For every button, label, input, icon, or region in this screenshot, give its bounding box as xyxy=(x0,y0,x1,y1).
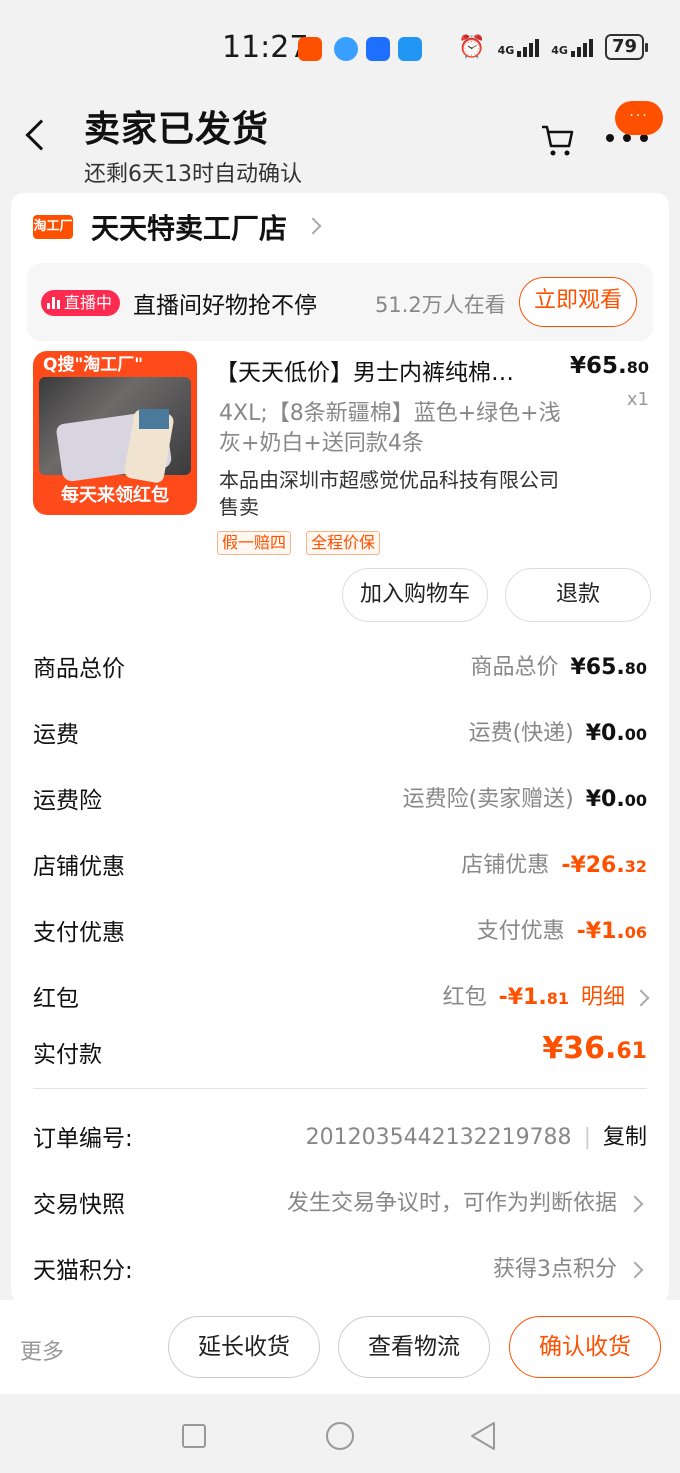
more-button[interactable]: 更多 xyxy=(20,1334,64,1366)
add-to-cart-button[interactable]: 加入购物车 xyxy=(342,568,488,622)
summary-label: 红包 xyxy=(33,986,79,1012)
summary-row-total: 商品总价 商品总价 ¥65.80 xyxy=(33,645,647,685)
tag-fake-compensation: 假一赔四 xyxy=(217,531,292,555)
chevron-right-icon xyxy=(632,989,650,1007)
refund-button[interactable]: 退款 xyxy=(505,568,651,622)
summary-desc: 红包 xyxy=(442,985,487,1010)
photo-band xyxy=(139,409,169,429)
shop-chevron-icon[interactable] xyxy=(304,217,322,235)
points-value: 获得3点积分 xyxy=(493,1257,617,1282)
more-menu-icon[interactable] xyxy=(606,134,648,142)
summary-desc: 店铺优惠 xyxy=(461,853,550,878)
live-tag-label: 直播中 xyxy=(64,293,113,312)
auto-confirm-countdown: 还剩6天13时自动确认 xyxy=(84,162,302,187)
taobao-notification-icon xyxy=(298,37,322,61)
order-number: 2012035442132219788 xyxy=(305,1125,572,1150)
battery-icon: 79 xyxy=(604,34,649,60)
chevron-right-icon xyxy=(626,1261,644,1279)
summary-row-shipping-insurance: 运费险 运费险(卖家赠送) ¥0.00 xyxy=(33,777,647,817)
redpacket-detail-link[interactable]: 明细 xyxy=(581,979,625,1011)
summary-amount: ¥0.00 xyxy=(585,721,647,746)
summary-desc: 运费(快递) xyxy=(468,721,574,746)
chevron-right-icon xyxy=(626,1195,644,1213)
signal-icon-2: 4G xyxy=(551,37,593,57)
back-icon[interactable] xyxy=(25,119,57,151)
network-type-1: 4G xyxy=(497,44,515,57)
signal-icon-1: 4G xyxy=(498,37,540,57)
status-bar: 11:27 ⏰ 4G 4G 79 xyxy=(0,0,680,96)
product-sku: 4XL;【8条新疆棉】蓝色+绿色+浅灰+奶白+送同款4条 xyxy=(219,401,561,456)
search-notification-icon xyxy=(398,37,422,61)
summary-desc: 运费险(卖家赠送) xyxy=(402,787,574,812)
divider xyxy=(33,1088,647,1089)
snapshot-label: 交易快照 xyxy=(33,1192,125,1218)
product-photo xyxy=(39,377,191,484)
summary-amount: -¥1.81 xyxy=(498,985,569,1010)
summary-label: 店铺优惠 xyxy=(33,854,125,880)
product-image[interactable]: Q搜"淘工厂" 每天来领红包 xyxy=(33,351,197,515)
extend-receipt-button[interactable]: 延长收货 xyxy=(168,1316,320,1378)
summary-label: 支付优惠 xyxy=(33,920,125,946)
thumb-redpacket-text: 每天来领红包 xyxy=(61,485,169,506)
product-price-cents: 80 xyxy=(626,358,649,377)
tag-price-protection: 全程价保 xyxy=(306,531,381,555)
summary-label: 商品总价 xyxy=(33,656,125,682)
order-number-row: 订单编号: 2012035442132219788 | 复制 xyxy=(33,1115,647,1155)
copy-order-button[interactable]: 复制 xyxy=(603,1119,647,1151)
live-text: 直播间好物抢不停 xyxy=(133,293,317,319)
summary-row-shop-discount: 店铺优惠 店铺优惠 -¥26.32 xyxy=(33,843,647,883)
summary-amount: ¥65.80 xyxy=(570,655,647,680)
alarm-icon: ⏰ xyxy=(458,34,486,60)
taogongchang-logo: 淘工厂 xyxy=(33,215,73,239)
summary-row-redpacket[interactable]: 红包 红包 -¥1.81 明细 xyxy=(33,975,650,1015)
live-tag: 直播中 xyxy=(41,290,121,316)
bottom-action-bar: 更多 延长收货 查看物流 确认收货 xyxy=(0,1300,680,1394)
product-seller: 本品由深圳市超感觉优品科技有限公司售卖 xyxy=(219,468,559,519)
product-quantity: x1 xyxy=(626,389,649,410)
status-time: 11:27 xyxy=(222,30,309,65)
product-price-main: ¥65. xyxy=(569,353,627,379)
summary-desc: 商品总价 xyxy=(470,655,559,680)
product-title[interactable]: 【天天低价】男士内裤纯棉… xyxy=(215,353,555,387)
watch-live-button[interactable]: 立即观看 xyxy=(519,277,637,327)
points-row[interactable]: 天猫积分: 获得3点积分 xyxy=(33,1247,647,1287)
snapshot-row[interactable]: 交易快照 发生交易争议时，可作为判断依据 xyxy=(33,1181,647,1221)
summary-amount: ¥0.00 xyxy=(585,787,647,812)
view-logistics-button[interactable]: 查看物流 xyxy=(338,1316,490,1378)
summary-amount: -¥1.06 xyxy=(576,919,647,944)
live-viewers: 51.2万人在看 xyxy=(375,293,506,317)
points-label: 天猫积分: xyxy=(33,1258,133,1284)
order-card: 淘工厂 天天特卖工厂店 直播中 直播间好物抢不停 51.2万人在看 立即观看 Q… xyxy=(11,193,669,1303)
product-price: ¥65.80 xyxy=(570,353,649,379)
live-bars-icon xyxy=(47,297,60,309)
order-number-label: 订单编号: xyxy=(33,1126,133,1152)
summary-desc: 支付优惠 xyxy=(476,919,565,944)
live-banner[interactable]: 直播中 直播间好物抢不停 51.2万人在看 立即观看 xyxy=(27,263,653,341)
system-nav-bar xyxy=(0,1394,680,1473)
paid-amount: ¥36.61 xyxy=(542,1031,647,1066)
shop-name[interactable]: 天天特卖工厂店 xyxy=(91,207,287,247)
page-title: 卖家已发货 xyxy=(84,109,270,150)
summary-row-shipping: 运费 运费(快递) ¥0.00 xyxy=(33,711,647,751)
message-badge[interactable]: ··· xyxy=(615,101,663,135)
summary-amount: -¥26.32 xyxy=(561,853,647,878)
network-type-2: 4G xyxy=(551,44,568,57)
home-icon[interactable] xyxy=(326,1422,354,1450)
summary-label: 运费险 xyxy=(33,788,102,814)
snapshot-value: 发生交易争议时，可作为判断依据 xyxy=(286,1191,617,1216)
system-back-icon[interactable] xyxy=(468,1420,498,1452)
recent-apps-icon[interactable] xyxy=(182,1424,206,1448)
bulb-notification-icon xyxy=(366,37,390,61)
summary-row-payment-discount: 支付优惠 支付优惠 -¥1.06 xyxy=(33,909,647,949)
confirm-receipt-button[interactable]: 确认收货 xyxy=(509,1316,661,1378)
summary-label: 运费 xyxy=(33,722,79,748)
paid-amount-row: 实付款 ¥36.61 xyxy=(33,1031,647,1077)
app-notification-icon xyxy=(334,37,358,61)
cart-icon[interactable] xyxy=(540,122,576,158)
paid-label: 实付款 xyxy=(33,1042,102,1068)
